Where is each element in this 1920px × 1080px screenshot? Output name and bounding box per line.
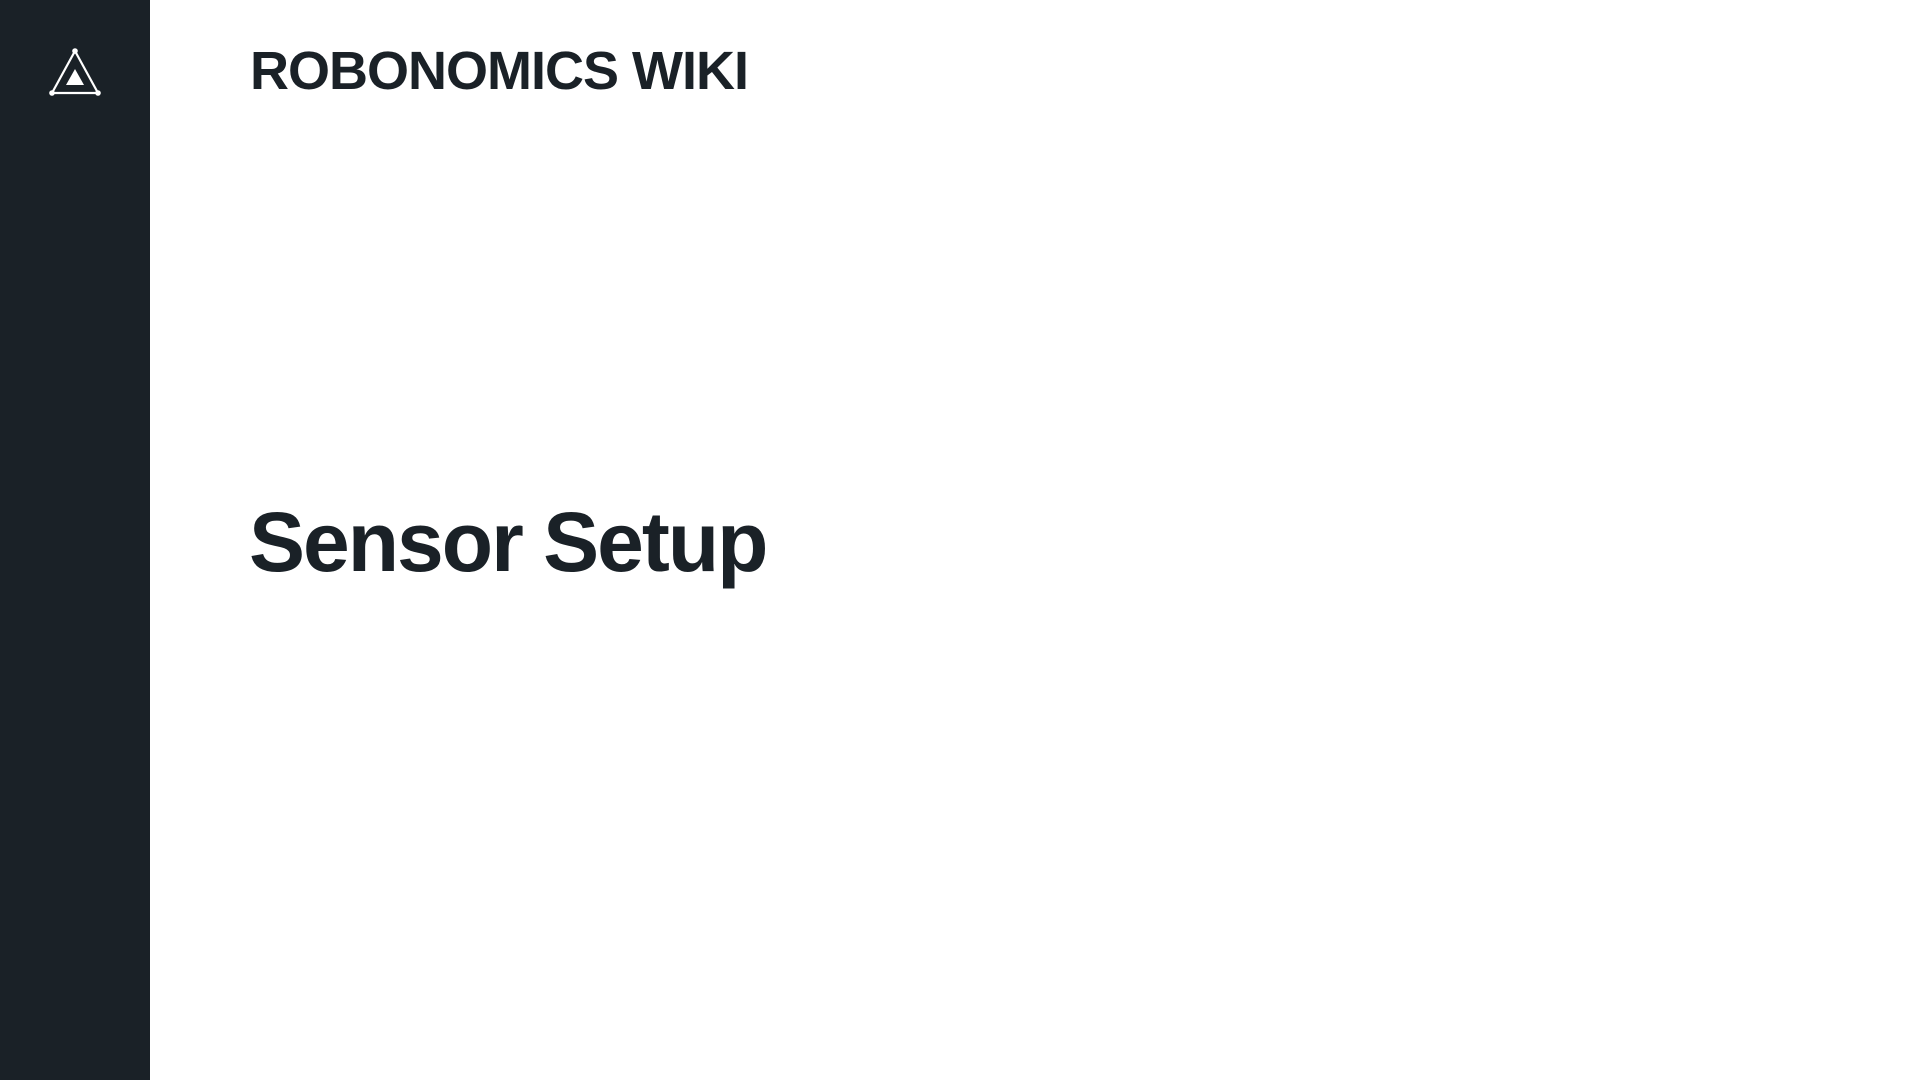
site-title: ROBONOMICS WIKI	[250, 41, 749, 101]
page-title: Sensor Setup	[249, 495, 768, 589]
robonomics-logo-icon[interactable]	[48, 48, 102, 98]
sidebar	[0, 0, 150, 1080]
